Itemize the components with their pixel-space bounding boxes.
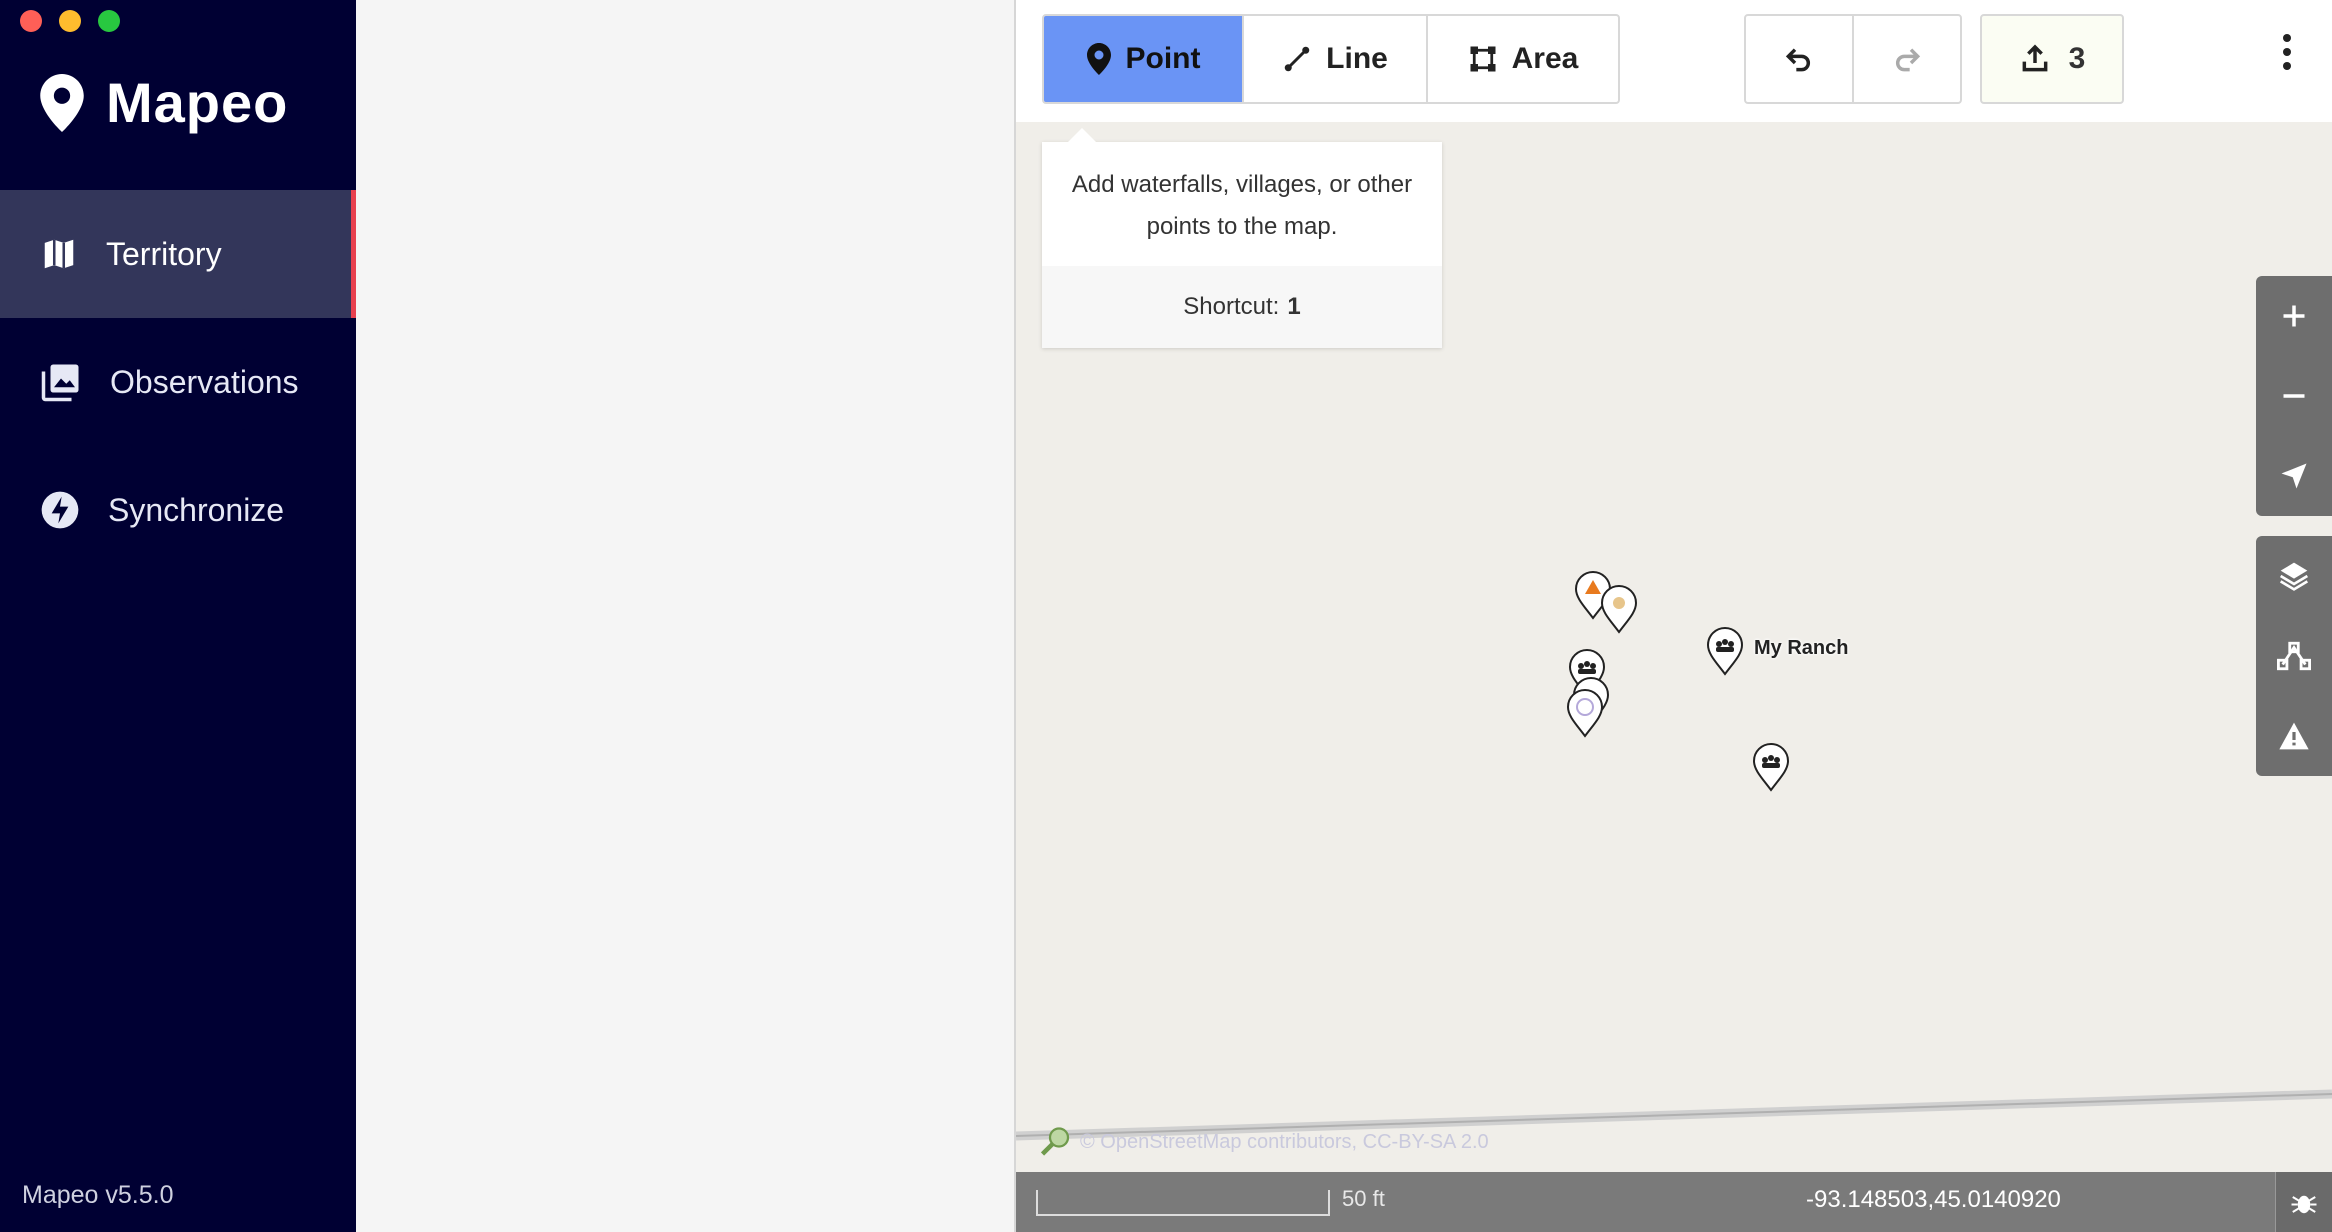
history-group: [1744, 14, 1962, 104]
location-pin-icon: [40, 73, 84, 132]
data-tool-button[interactable]: [2256, 616, 2332, 696]
sidebar-item-synchronize[interactable]: Synchronize: [0, 446, 356, 574]
bug-icon: [2291, 1195, 2317, 1214]
map-logo-icon: [1040, 1127, 1070, 1156]
sidebar-item-territory[interactable]: Territory: [0, 190, 356, 318]
sidebar-item-label: Synchronize: [108, 491, 285, 528]
draw-mode-group: Point Line Area: [1042, 14, 1620, 104]
more-vert-icon: [2283, 34, 2291, 70]
tooltip-shortcut: Shortcut: 1: [1042, 266, 1442, 348]
warning-icon: [2279, 722, 2309, 750]
sidebar-item-label: Observations: [110, 363, 299, 400]
line-icon: [1284, 46, 1310, 72]
layers-button[interactable]: [2256, 536, 2332, 616]
shortcut-key: 1: [1287, 293, 1301, 320]
map-toolbar: Point Line Area 3: [1016, 0, 2332, 122]
redo-button[interactable]: [1854, 16, 1960, 102]
point-mode-label: Point: [1125, 42, 1201, 75]
area-icon: [1470, 46, 1496, 72]
scale-label: 50 ft: [1342, 1186, 1385, 1211]
ranch-marker-icon[interactable]: [1706, 626, 1744, 676]
zoom-out-button[interactable]: [2256, 356, 2332, 436]
map-attribution[interactable]: © OpenStreetMap contributors, CC-BY-SA 2…: [1038, 1124, 1489, 1160]
issues-button[interactable]: [2256, 696, 2332, 776]
maximize-window-button[interactable]: [98, 10, 120, 32]
point-mode-button[interactable]: Point: [1044, 16, 1244, 102]
app-name: Mapeo: [106, 71, 289, 134]
map-tools: [2256, 536, 2332, 776]
undo-icon: [1785, 48, 1811, 72]
debug-button[interactable]: [2275, 1172, 2332, 1232]
close-window-button[interactable]: [20, 10, 42, 32]
line-mode-button[interactable]: Line: [1244, 16, 1428, 102]
cluster-marker-icon[interactable]: [1566, 688, 1604, 738]
attribution-text: © OpenStreetMap contributors, CC-BY-SA 2…: [1080, 1130, 1489, 1153]
cursor-coordinates: -93.148503,45.0140920: [1806, 1186, 2061, 1213]
vertex-graph-icon: [2277, 641, 2311, 671]
area-mode-button[interactable]: Area: [1428, 16, 1618, 102]
sidebar-item-observations[interactable]: Observations: [0, 318, 356, 446]
community-marker-icon[interactable]: [1752, 742, 1790, 792]
map-footer: 50 ft -93.148503,45.0140920: [1016, 1172, 2332, 1232]
upload-count: 3: [2068, 42, 2086, 75]
photo-library-icon: [41, 364, 79, 402]
animal-marker-icon[interactable]: [1600, 584, 1638, 634]
upload-icon: [2022, 44, 2048, 72]
app-version: Mapeo v5.5.0: [22, 1181, 174, 1209]
area-mode-label: Area: [1511, 42, 1579, 75]
zoom-controls: [2256, 276, 2332, 516]
minus-icon: [2283, 394, 2305, 398]
shortcut-label: Shortcut:: [1183, 293, 1280, 320]
plus-icon: [2283, 305, 2305, 327]
content-panel: [356, 0, 1014, 1232]
line-mode-label: Line: [1326, 42, 1388, 75]
point-mode-tooltip: Add waterfalls, villages, or other point…: [1042, 128, 1442, 348]
zoom-in-button[interactable]: [2256, 276, 2332, 356]
sidebar: Mapeo Territory Observations Synchronize: [0, 0, 356, 1232]
app-brand: Mapeo: [40, 70, 288, 135]
tooltip-text: Add waterfalls, villages, or other point…: [1071, 171, 1413, 240]
navigation-arrow-icon: [2281, 463, 2307, 489]
scale-bar: [1036, 1190, 1330, 1216]
upload-button[interactable]: 3: [1980, 14, 2124, 104]
map-area[interactable]: Point Line Area 3 Add waterfalls, villag…: [1016, 0, 2332, 1232]
pin-icon: [1086, 43, 1111, 75]
sidebar-nav: Territory Observations Synchronize: [0, 190, 356, 574]
map-icon: [44, 239, 74, 269]
undo-button[interactable]: [1746, 16, 1854, 102]
bolt-icon: [41, 491, 79, 529]
minimize-window-button[interactable]: [59, 10, 81, 32]
sidebar-item-label: Territory: [106, 235, 222, 272]
layers-icon: [2279, 562, 2309, 591]
locate-button[interactable]: [2256, 436, 2332, 516]
redo-icon: [1895, 48, 1921, 72]
ranch-label: My Ranch: [1754, 637, 1849, 659]
window-controls: [20, 10, 120, 32]
more-menu-button[interactable]: [2272, 32, 2302, 82]
